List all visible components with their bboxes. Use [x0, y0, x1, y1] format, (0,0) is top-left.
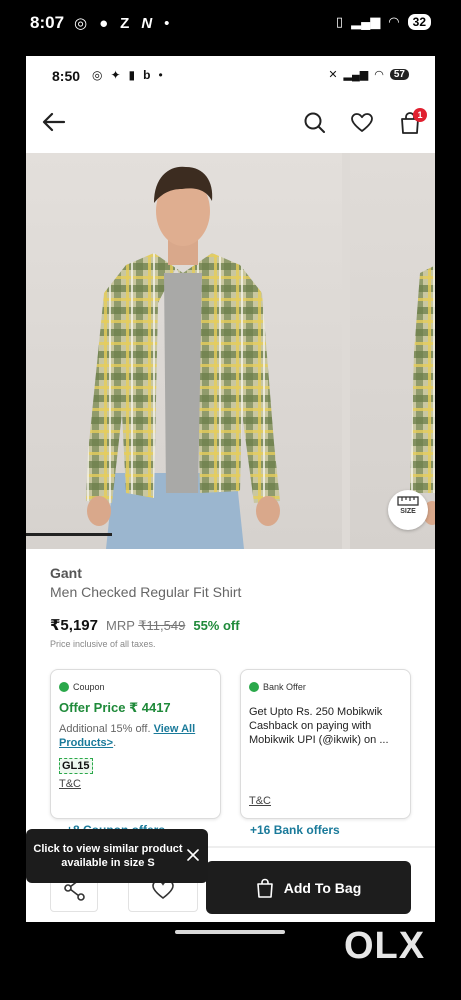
- top-app-bar: [26, 96, 435, 152]
- coupon-tc-link[interactable]: T&C: [59, 778, 81, 790]
- product-image-gallery[interactable]: SIZE: [26, 153, 435, 549]
- bank-offer-card[interactable]: Bank Offer Get Upto Rs. 250 Mobikwik Cas…: [240, 669, 411, 819]
- mute-icon: ✕: [328, 69, 338, 81]
- back-arrow-icon[interactable]: [40, 108, 68, 136]
- link-suffix: .: [113, 737, 117, 749]
- wifi-icon: ◠: [388, 14, 400, 29]
- n-icon: N: [141, 14, 153, 32]
- offer-price: Offer Price ₹ 4417: [59, 700, 171, 715]
- app-icon: b: [143, 68, 151, 82]
- inner-clock: 8:50: [52, 68, 81, 84]
- additional-discount-text: Additional 15% off.: [59, 723, 151, 735]
- coupon-tag: Coupon: [59, 682, 105, 692]
- battery-indicator: 57: [389, 69, 409, 80]
- olx-watermark: OLX: [344, 925, 426, 967]
- document-icon: ▮: [128, 68, 136, 82]
- search-icon[interactable]: [302, 110, 328, 136]
- close-icon[interactable]: [187, 849, 199, 861]
- price-row: ₹5,197 MRP ₹11,549 55% off: [50, 616, 240, 634]
- outer-notification-icons: ◎ ● Z N •: [74, 14, 170, 33]
- outer-clock: 8:07: [30, 13, 65, 32]
- coupon-tag-icon: [59, 682, 69, 692]
- product-brand[interactable]: Gant: [50, 565, 82, 581]
- product-image-next[interactable]: [350, 153, 435, 549]
- bank-offer-description: Get Upto Rs. 250 Mobikwik Cashback on pa…: [249, 706, 389, 746]
- instagram-icon: ◎: [74, 15, 88, 32]
- more-dot-icon: •: [164, 14, 170, 32]
- signal-icon: ▂▄▆: [343, 69, 369, 81]
- mrp: MRP ₹11,549: [106, 618, 185, 634]
- model-photo-next: [410, 265, 435, 525]
- wishlist-heart-icon[interactable]: [349, 110, 375, 136]
- more-dot-icon: •: [158, 68, 163, 82]
- size-guide-button[interactable]: SIZE: [388, 490, 428, 530]
- instagram-icon: ◎: [92, 68, 103, 82]
- discount-percent: 55% off: [193, 618, 240, 633]
- selling-price: ₹5,197: [50, 617, 98, 634]
- add-to-bag-label: Add To Bag: [283, 879, 362, 896]
- coupon-description: Additional 15% off. View All Products>.: [59, 722, 215, 750]
- home-gesture-bar[interactable]: [175, 930, 285, 934]
- mrp-label: MRP: [105, 618, 135, 633]
- bank-offer-tag: Bank Offer: [249, 682, 306, 692]
- bank-offer-tag-icon: [249, 682, 259, 692]
- product-title: Men Checked Regular Fit Shirt: [50, 584, 242, 600]
- butterfly-icon: ✦: [110, 68, 121, 82]
- app-screen: 8:50 ◎ ✦ ▮ b • ✕ ▂▄▆ ◠ 57 1 SIZE Gant Me…: [26, 56, 435, 922]
- inner-status-bar: 8:50 ◎ ✦ ▮ b • ✕ ▂▄▆ ◠ 57: [26, 56, 435, 96]
- size-guide-label: SIZE: [400, 508, 416, 515]
- mrp-value: ₹11,549: [138, 618, 186, 633]
- bank-tc-link[interactable]: T&C: [249, 795, 271, 807]
- model-photo: [86, 166, 280, 549]
- more-bank-offers-link[interactable]: +16 Bank offers: [250, 823, 340, 837]
- coupon-code[interactable]: GL15: [59, 758, 93, 774]
- battery-indicator: 32: [407, 14, 431, 30]
- toast-message: Click to view similar product available …: [33, 843, 183, 869]
- coupon-tag-label: Coupon: [73, 682, 105, 692]
- inner-system-icons: ✕ ▂▄▆ ◠ 57: [328, 68, 409, 81]
- gallery-progress-indicator: [26, 533, 112, 536]
- outer-system-icons: ▯ ▂▄▆ ◠ 32: [336, 14, 431, 30]
- add-to-bag-button[interactable]: Add To Bag: [206, 861, 411, 914]
- chat-icon: ●: [99, 14, 109, 32]
- signal-icon: ▂▄▆: [351, 14, 381, 29]
- inner-notification-icons: ◎ ✦ ▮ b •: [92, 68, 163, 82]
- cart-count-badge: 1: [413, 108, 427, 122]
- product-image-main[interactable]: [26, 153, 342, 549]
- bag-icon: [256, 878, 273, 898]
- wifi-icon: ◠: [374, 69, 384, 81]
- bank-offer-tag-label: Bank Offer: [263, 682, 306, 692]
- ruler-icon: [397, 496, 419, 506]
- similar-product-toast[interactable]: Click to view similar product available …: [26, 829, 208, 883]
- z-icon: Z: [120, 14, 130, 32]
- tax-note: Price inclusive of all taxes.: [50, 639, 156, 649]
- outer-status-bar: 8:07 ◎ ● Z N • ▯ ▂▄▆ ◠ 32: [0, 0, 461, 48]
- vibrate-icon: ▯: [335, 14, 344, 29]
- coupon-offer-card[interactable]: Coupon Offer Price ₹ 4417 Additional 15%…: [50, 669, 221, 819]
